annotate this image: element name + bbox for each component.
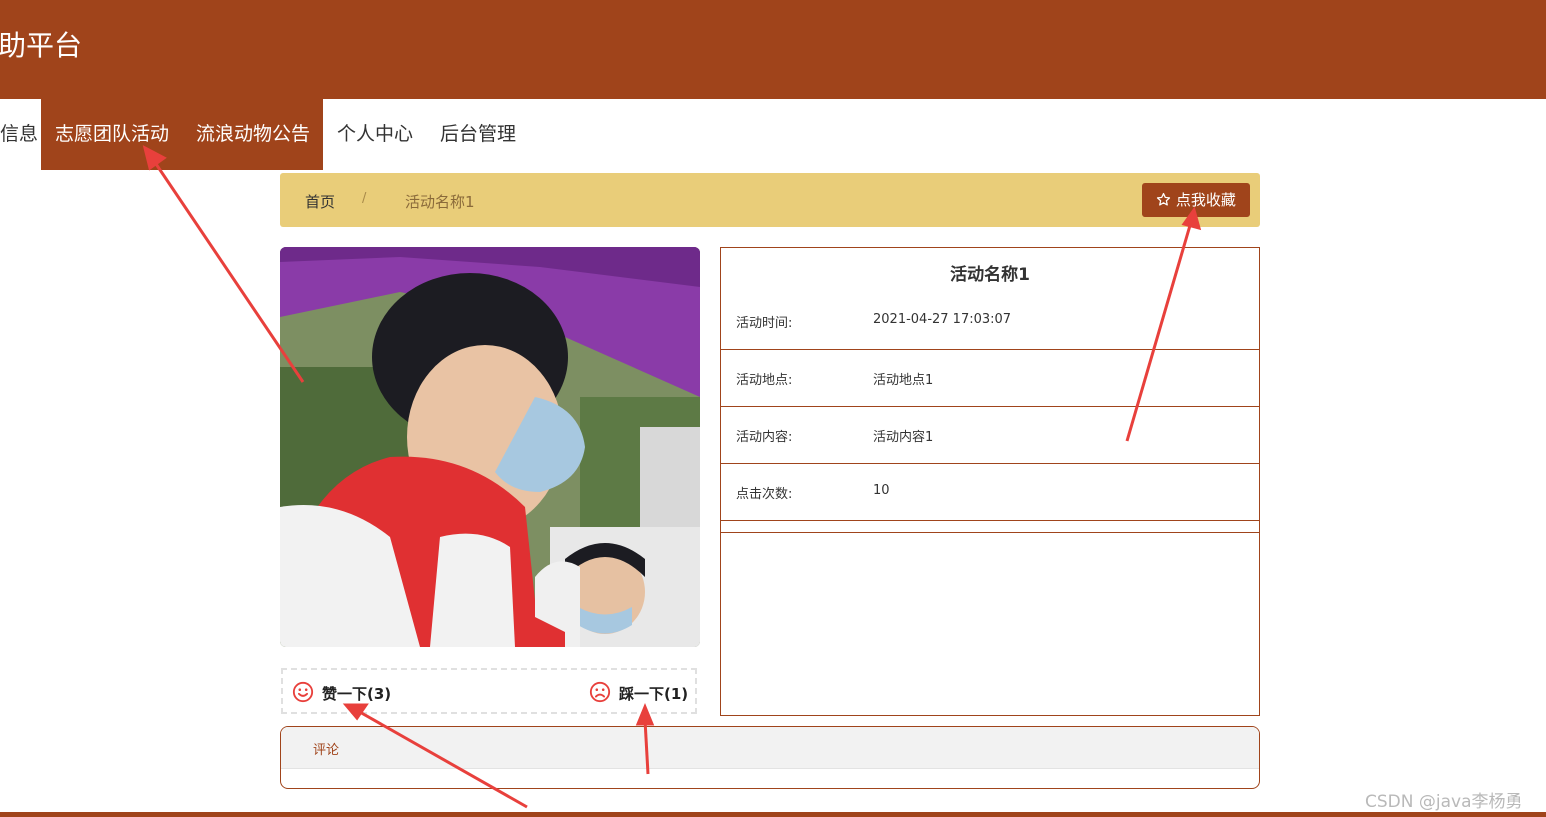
comments-panel: 评论 [280, 726, 1260, 789]
app-header: 助平台 [0, 0, 1546, 99]
nav-item-personal-center[interactable]: 个人中心 [337, 99, 413, 170]
detail-label: 活动时间: [736, 316, 793, 331]
nav-item-stray-animal-notices[interactable]: 流浪动物公告 [183, 99, 323, 170]
frown-face-icon [589, 681, 611, 703]
star-outline-icon [1156, 192, 1171, 206]
detail-row-empty [721, 520, 1259, 533]
detail-row-clicks: 点击次数: 10 [721, 463, 1259, 521]
dislike-label: 踩一下(1) [619, 685, 689, 703]
tab-comments[interactable]: 评论 [313, 739, 339, 758]
smile-face-icon [292, 681, 314, 703]
detail-value: 2021-04-27 17:03:07 [873, 312, 1012, 327]
breadcrumb-separator: / [362, 191, 367, 206]
detail-value: 10 [873, 483, 890, 498]
watermark: CSDN @java李杨勇 [1365, 792, 1523, 812]
nav-item-volunteer-activities[interactable]: 志愿团队活动 [41, 99, 183, 170]
nav-item-admin[interactable]: 后台管理 [440, 99, 516, 170]
footer-bar [0, 812, 1546, 817]
nav-item-info[interactable]: 信息 [0, 99, 44, 170]
favorite-button[interactable]: 点我收藏 [1142, 183, 1250, 217]
detail-value: 活动地点1 [873, 373, 934, 388]
breadcrumb: 首页 / 活动名称1 点我收藏 [280, 173, 1260, 227]
breadcrumb-home-link[interactable]: 首页 [305, 191, 335, 212]
detail-label: 活动内容: [736, 430, 793, 445]
favorite-button-label: 点我收藏 [1175, 191, 1236, 209]
detail-label: 点击次数: [736, 487, 793, 502]
like-label: 赞一下(3) [322, 685, 392, 703]
detail-row-location: 活动地点: 活动地点1 [721, 349, 1259, 407]
site-title: 助平台 [0, 29, 83, 62]
breadcrumb-current: 活动名称1 [405, 193, 475, 211]
detail-value: 活动内容1 [873, 430, 934, 445]
activity-photo [280, 247, 700, 647]
activity-details-panel: 活动名称1 活动时间: 2021-04-27 17:03:07 活动地点: 活动… [720, 247, 1260, 716]
detail-label: 活动地点: [736, 373, 793, 388]
comments-header: 评论 [281, 727, 1259, 769]
detail-row-time: 活动时间: 2021-04-27 17:03:07 [721, 292, 1259, 350]
activity-title: 活动名称1 [950, 265, 1030, 285]
main-nav: 信息 志愿团队活动 流浪动物公告 个人中心 后台管理 [0, 99, 1546, 170]
vote-bar: 赞一下(3) 踩一下(1) [281, 668, 697, 714]
detail-row-content: 活动内容: 活动内容1 [721, 406, 1259, 464]
